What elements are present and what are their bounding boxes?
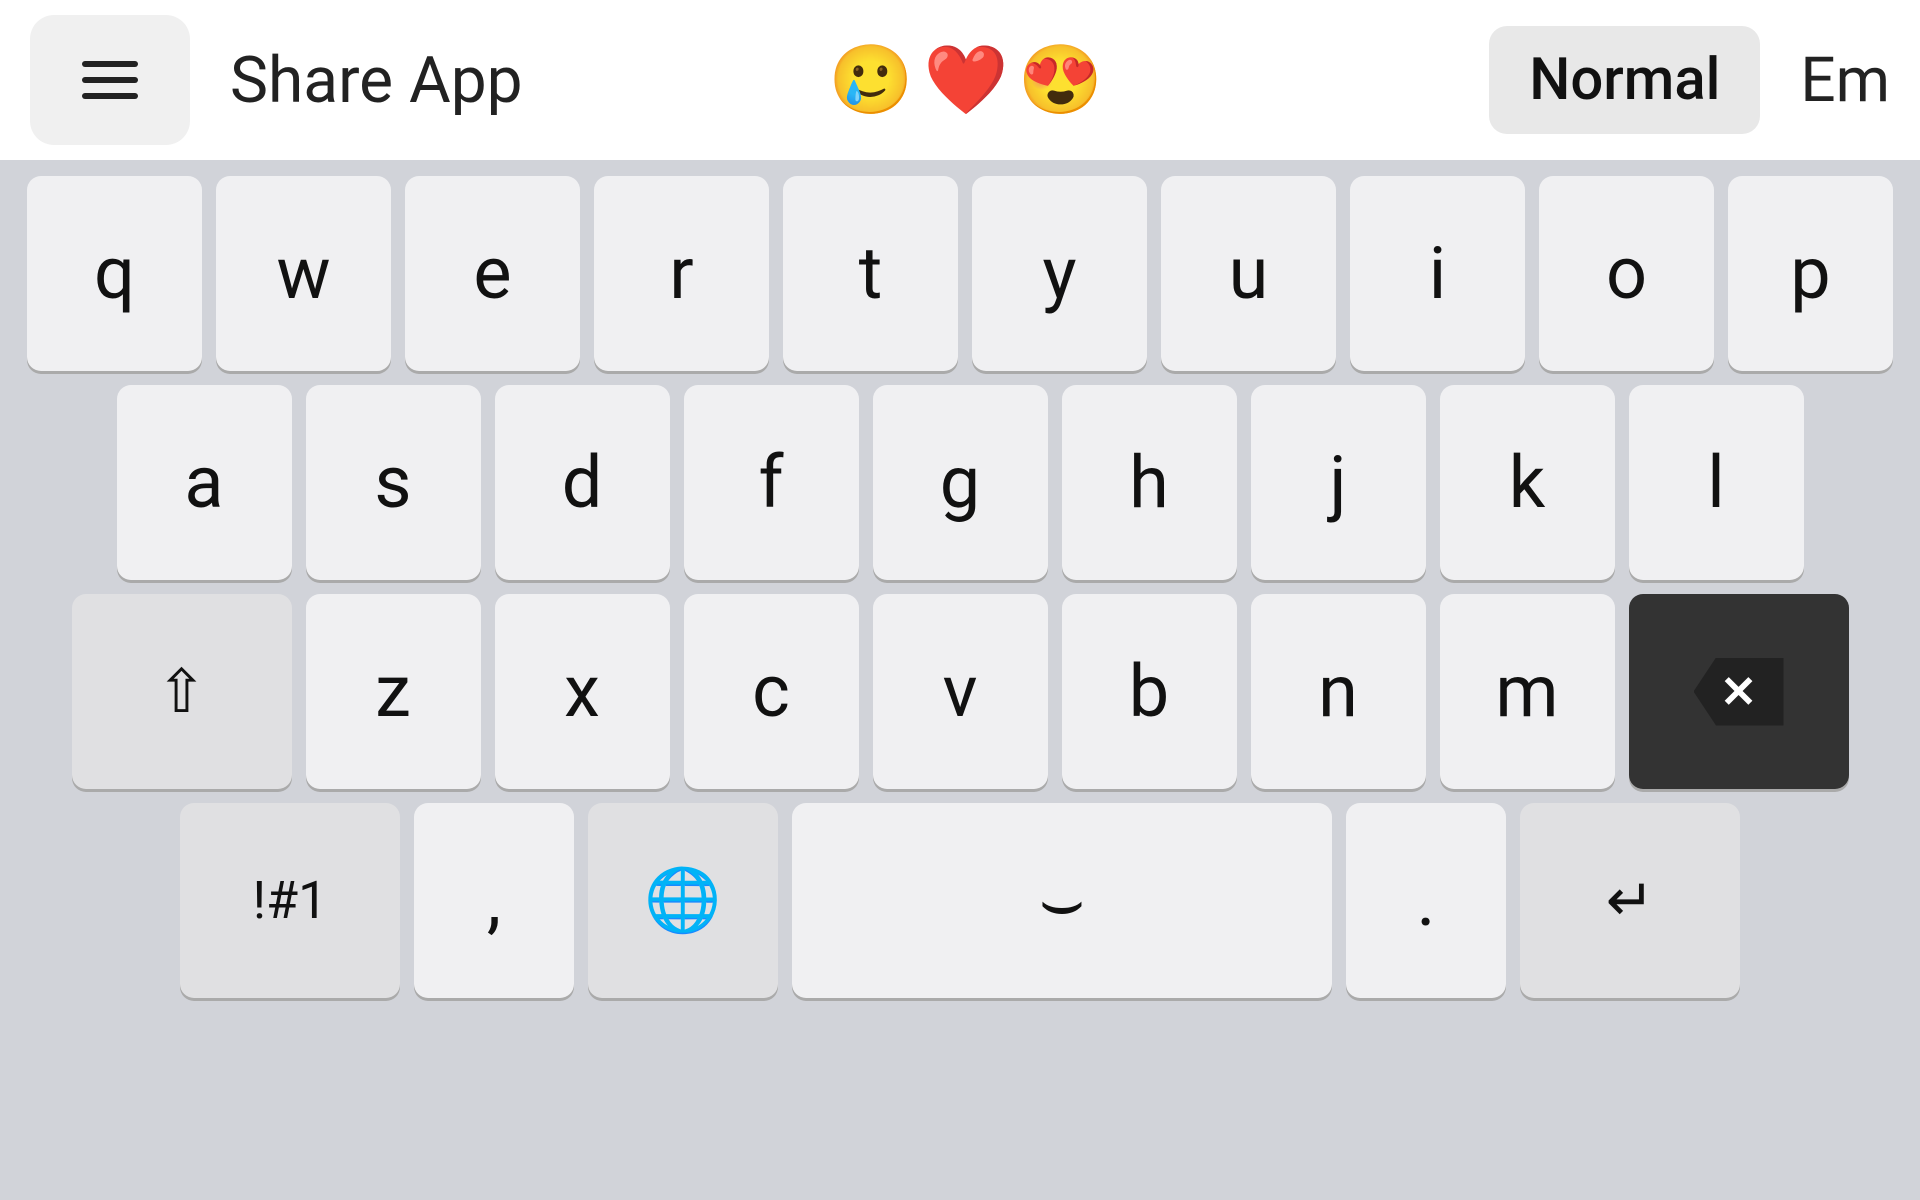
return-icon: ↵ (1606, 866, 1655, 935)
emoji-heart: ❤️ (924, 40, 1009, 120)
emoji-cry: 🥲 (829, 40, 914, 120)
key-v[interactable]: v (873, 594, 1048, 789)
key-f[interactable]: f (684, 385, 859, 580)
key-comma[interactable]: , (414, 803, 574, 998)
globe-key[interactable]: 🌐 (588, 803, 778, 998)
key-q[interactable]: q (27, 176, 202, 371)
key-k[interactable]: k (1440, 385, 1615, 580)
key-row-3: ⇧ z x c v b n m ✕ (14, 594, 1906, 789)
hamburger-icon (82, 61, 138, 99)
share-app-label: Share App (230, 43, 523, 118)
key-u[interactable]: u (1161, 176, 1336, 371)
space-symbol: ⌣ (1038, 858, 1085, 944)
key-z[interactable]: z (306, 594, 481, 789)
hamburger-line-3 (82, 93, 138, 99)
space-key[interactable]: ⌣ (792, 803, 1332, 998)
key-h[interactable]: h (1062, 385, 1237, 580)
key-j[interactable]: j (1251, 385, 1426, 580)
key-a[interactable]: a (117, 385, 292, 580)
key-row-4: !#1 , 🌐 ⌣ . ↵ (14, 803, 1906, 998)
hamburger-line-2 (82, 77, 138, 83)
menu-button[interactable] (30, 15, 190, 145)
keyboard: q w e r t y u i o p a s d f g h j k l ⇧ … (0, 160, 1920, 1200)
normal-button[interactable]: Normal (1489, 26, 1760, 134)
key-b[interactable]: b (1062, 594, 1237, 789)
key-y[interactable]: y (972, 176, 1147, 371)
key-p[interactable]: p (1728, 176, 1893, 371)
return-key[interactable]: ↵ (1520, 803, 1740, 998)
emoji-love: 😍 (1018, 40, 1103, 120)
backspace-shape: ✕ (1694, 658, 1784, 726)
key-l[interactable]: l (1629, 385, 1804, 580)
key-t[interactable]: t (783, 176, 958, 371)
key-d[interactable]: d (495, 385, 670, 580)
key-m[interactable]: m (1440, 594, 1615, 789)
shift-icon: ⇧ (156, 656, 206, 727)
hamburger-line-1 (82, 61, 138, 67)
symbol-key[interactable]: !#1 (180, 803, 400, 998)
key-c[interactable]: c (684, 594, 859, 789)
em-label: Em (1800, 44, 1890, 117)
key-row-1: q w e r t y u i o p (14, 176, 1906, 371)
key-r[interactable]: r (594, 176, 769, 371)
key-row-2: a s d f g h j k l (14, 385, 1906, 580)
backspace-icon: ✕ (1694, 658, 1784, 726)
backspace-key[interactable]: ✕ (1629, 594, 1849, 789)
globe-icon: 🌐 (644, 864, 721, 937)
key-i[interactable]: i (1350, 176, 1525, 371)
key-s[interactable]: s (306, 385, 481, 580)
key-period[interactable]: . (1346, 803, 1506, 998)
key-x[interactable]: x (495, 594, 670, 789)
key-w[interactable]: w (216, 176, 391, 371)
key-g[interactable]: g (873, 385, 1048, 580)
shift-key[interactable]: ⇧ (72, 594, 292, 789)
key-n[interactable]: n (1251, 594, 1426, 789)
emoji-group: 🥲 ❤️ 😍 (483, 40, 1450, 120)
backspace-x: ✕ (1720, 666, 1757, 718)
key-e[interactable]: e (405, 176, 580, 371)
top-bar: Share App 🥲 ❤️ 😍 Normal Em (0, 0, 1920, 160)
key-o[interactable]: o (1539, 176, 1714, 371)
